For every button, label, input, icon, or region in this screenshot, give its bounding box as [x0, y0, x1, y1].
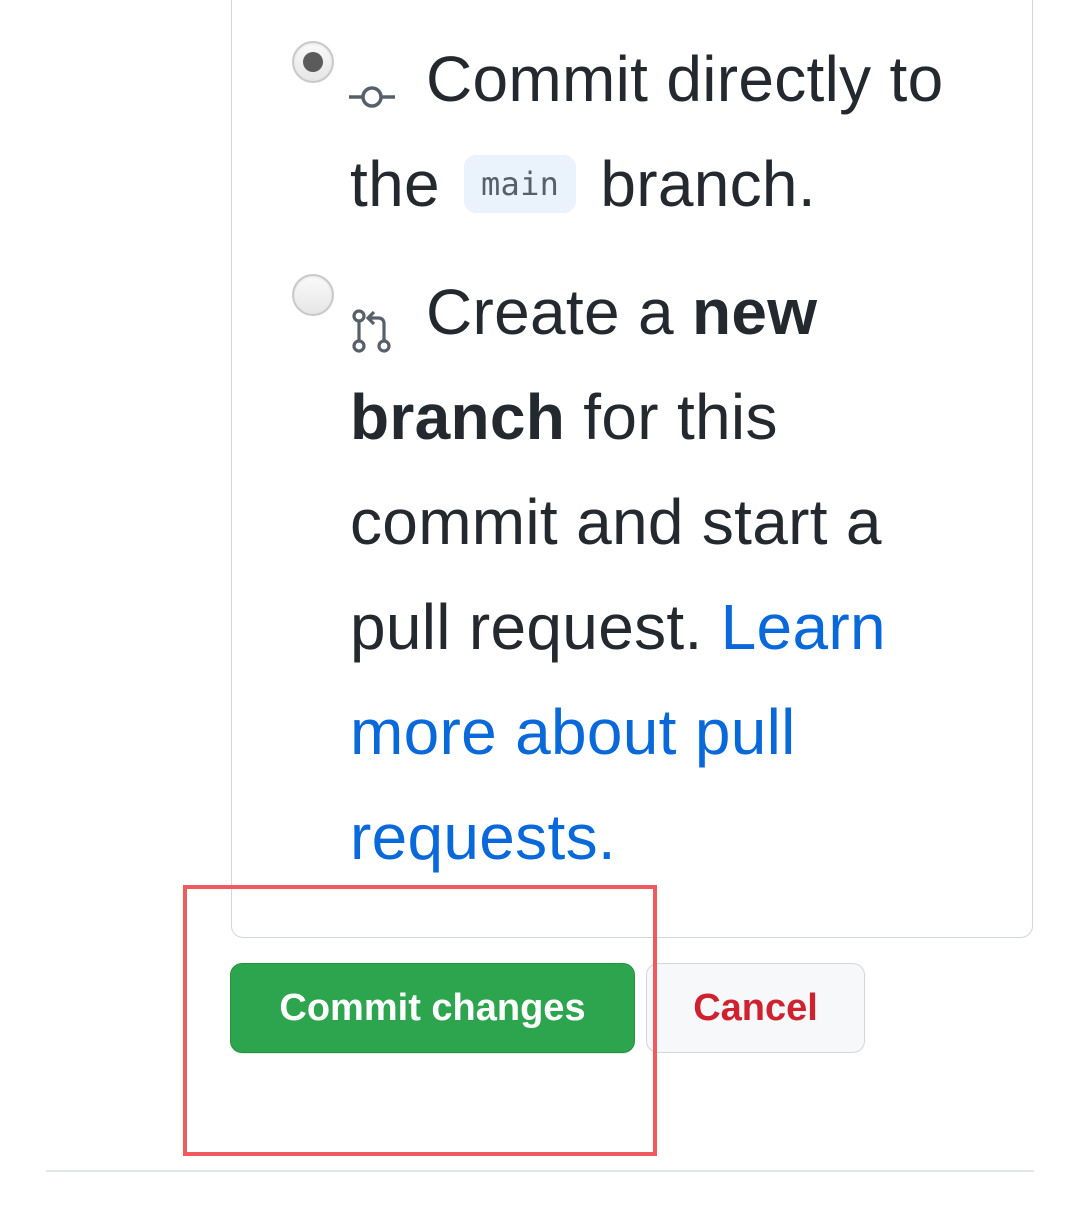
divider [46, 1170, 1034, 1172]
new-branch-label: Create a new branch for this commit and … [350, 276, 886, 873]
commit-directly-radio[interactable] [292, 41, 334, 83]
branch-name: main [463, 155, 577, 213]
commit-directly-label: Commit directly to the main branch. [350, 43, 944, 221]
cancel-button[interactable]: Cancel [646, 963, 865, 1053]
highlight-box [183, 885, 657, 1156]
new-branch-radio[interactable] [292, 274, 334, 316]
